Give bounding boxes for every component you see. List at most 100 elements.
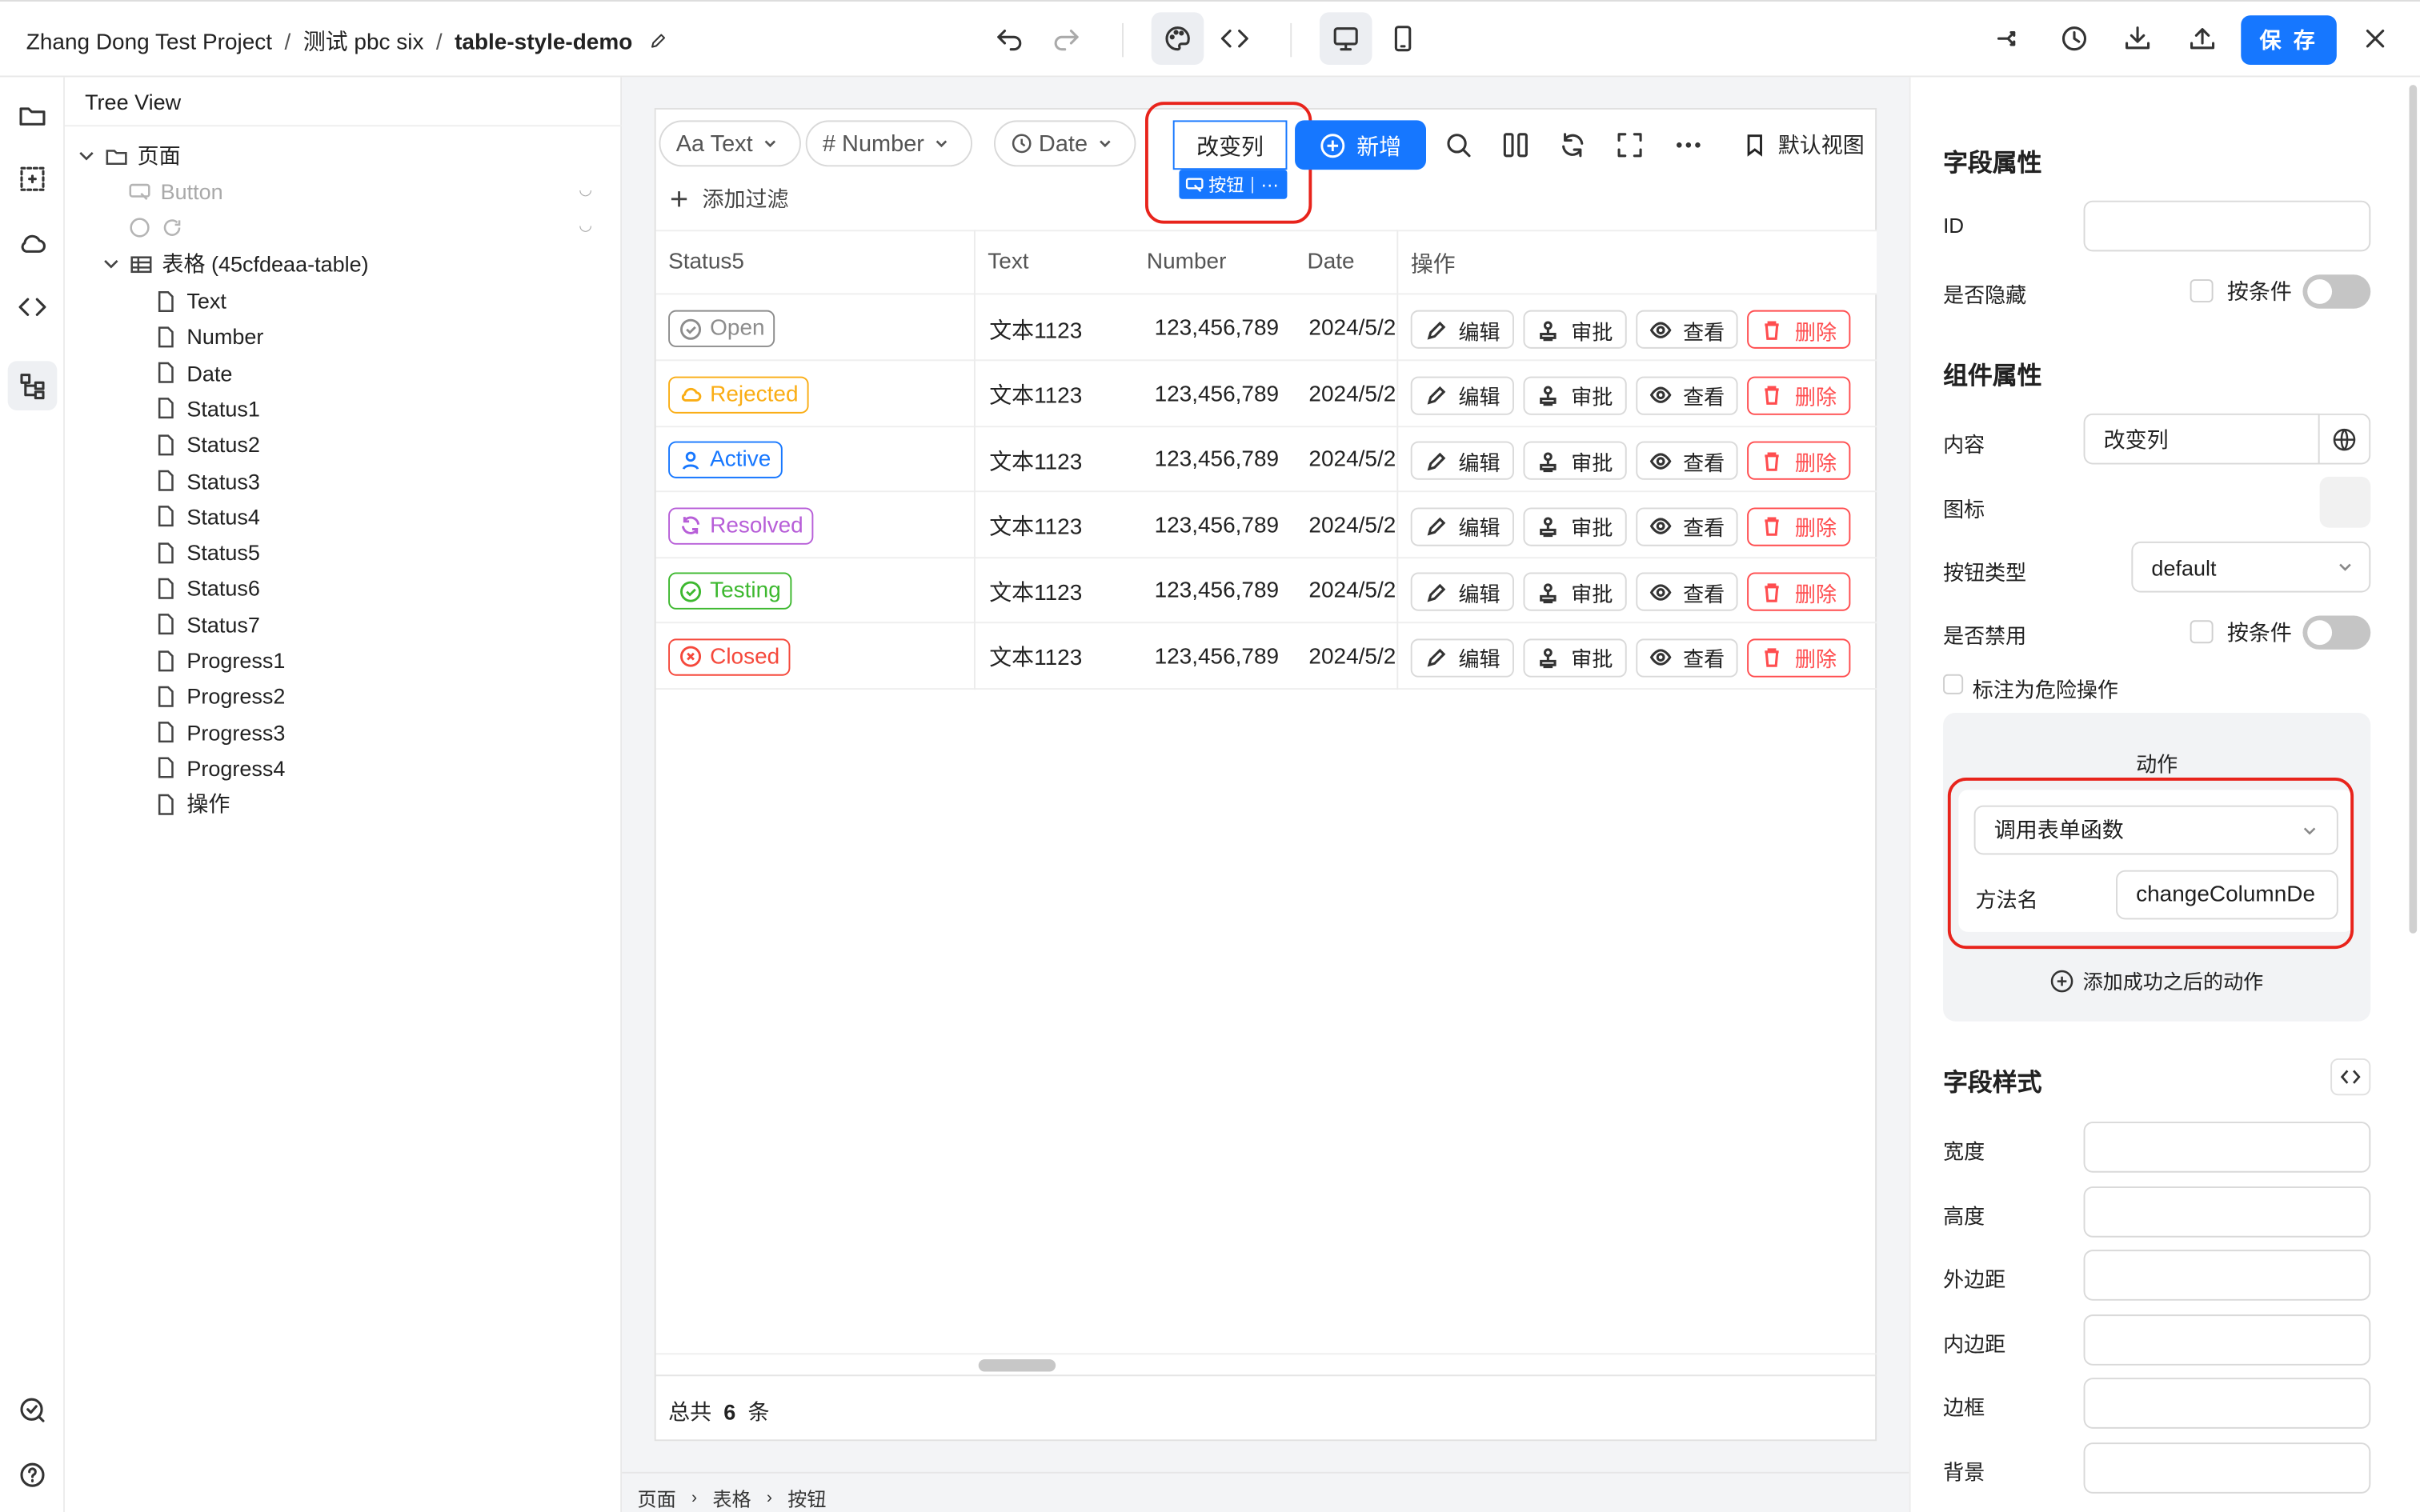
mobile-icon[interactable] (1376, 12, 1429, 65)
view-button[interactable]: 查看 (1636, 310, 1738, 349)
style-field-input[interactable] (2083, 1122, 2371, 1173)
column-header-actions[interactable]: 操作 (1398, 230, 1877, 295)
table-row[interactable]: Active 文本1123 123,456,789 2024/5/2 编辑 审批 查看 删除 (655, 427, 1877, 493)
table-row[interactable]: Resolved 文本1123 123,456,789 2024/5/2 编辑 审批 查看 删… (655, 493, 1877, 558)
tree-node-column[interactable]: Progress4 (154, 751, 285, 785)
tree-structure-icon[interactable] (7, 361, 58, 410)
tree-node-column[interactable]: Status6 (154, 571, 260, 605)
edit-button[interactable]: 编辑 (1410, 506, 1514, 546)
table-row[interactable]: Rejected 文本1123 123,456,789 2024/5/2 编辑 审批 查看 删… (655, 362, 1877, 427)
history-icon[interactable] (2048, 12, 2101, 65)
download-icon[interactable] (2111, 12, 2164, 65)
icon-picker[interactable] (2319, 476, 2371, 528)
delete-button[interactable]: 删除 (1747, 506, 1851, 546)
tree-node-column[interactable]: Status3 (154, 464, 260, 498)
code-brackets-icon[interactable] (8, 282, 58, 332)
tree-node-column[interactable]: Date (154, 356, 232, 390)
palette-icon[interactable] (1151, 12, 1204, 65)
globe-icon[interactable] (2318, 413, 2371, 465)
close-icon[interactable] (2349, 12, 2402, 65)
chevron-down-icon[interactable] (77, 146, 95, 165)
tree-node-column[interactable]: Progress3 (154, 715, 285, 749)
tree-node-column[interactable]: Progress1 (154, 643, 285, 677)
columns-icon[interactable] (1500, 130, 1532, 161)
hidden-condition-checkbox[interactable] (2190, 279, 2214, 302)
view-button[interactable]: 查看 (1636, 375, 1738, 414)
content-input[interactable]: 改变列 (2083, 413, 2320, 465)
view-button[interactable]: 查看 (1636, 506, 1738, 546)
delete-button[interactable]: 删除 (1747, 441, 1851, 480)
search-icon[interactable] (1443, 130, 1474, 161)
filter-date[interactable]: Date (993, 120, 1136, 167)
check-search-icon[interactable] (8, 1386, 58, 1435)
selection-crumb[interactable]: 按钮 (787, 1482, 826, 1512)
table-row[interactable]: Open 文本1123 123,456,789 2024/5/2 编辑 审批 查看 删除 (655, 296, 1877, 362)
tree-node-column[interactable]: Status2 (154, 428, 260, 462)
desktop-icon[interactable] (1319, 12, 1372, 65)
help-icon[interactable] (8, 1450, 58, 1500)
redo-icon[interactable] (1040, 12, 1093, 65)
refresh-icon[interactable] (1557, 130, 1589, 161)
tree-node-column[interactable]: Status4 (154, 499, 260, 533)
table-row[interactable]: Testing 文本1123 123,456,789 2024/5/2 编辑 审批 查看 删除 (655, 558, 1877, 624)
horizontal-scrollbar[interactable] (978, 1359, 1056, 1372)
rename-pencil-icon[interactable] (648, 31, 668, 51)
view-button[interactable]: 查看 (1636, 638, 1738, 677)
table-row[interactable]: Closed 文本1123 123,456,789 2024/5/2 编辑 审批 查看 删除 (655, 624, 1877, 690)
id-input[interactable] (2083, 200, 2371, 252)
panel-scrollbar[interactable] (2409, 85, 2418, 934)
delete-button[interactable]: 删除 (1747, 375, 1851, 414)
column-header-text[interactable]: Text (975, 230, 1135, 295)
chevron-down-icon[interactable] (102, 254, 120, 273)
danger-checkbox[interactable] (1943, 674, 1964, 694)
folder-icon[interactable] (8, 91, 58, 141)
tree-node-table[interactable]: 表格 (45cfdeaa-table) (102, 247, 369, 281)
tree-node-page[interactable]: 页面 (77, 139, 181, 173)
default-view-button[interactable]: 默认视图 (1742, 130, 1865, 161)
selection-crumb[interactable]: 表格 (712, 1482, 751, 1512)
edit-button[interactable]: 编辑 (1410, 441, 1514, 480)
more-icon[interactable] (1673, 130, 1705, 161)
merge-icon[interactable] (1983, 12, 2036, 65)
tree-node-hidden-items[interactable] (128, 210, 193, 243)
style-field-input[interactable] (2083, 1442, 2371, 1493)
button-type-select[interactable]: default (2131, 541, 2371, 593)
delete-button[interactable]: 删除 (1747, 572, 1851, 611)
upload-icon[interactable] (2176, 12, 2229, 65)
tree-node-button[interactable]: Button (128, 174, 223, 208)
approve-button[interactable]: 审批 (1523, 572, 1627, 611)
breadcrumb-project[interactable]: Zhang Dong Test Project (26, 31, 272, 56)
approve-button[interactable]: 审批 (1523, 310, 1627, 349)
visibility-toggle-icon[interactable]: ◡ (579, 182, 592, 199)
code-icon[interactable] (1208, 12, 1261, 65)
add-success-action-button[interactable]: 添加成功之后的动作 (1943, 966, 2370, 995)
edit-button[interactable]: 编辑 (1410, 375, 1514, 414)
selection-crumb[interactable]: 页面 (637, 1482, 675, 1512)
edit-button[interactable]: 编辑 (1410, 638, 1514, 677)
disabled-condition-checkbox[interactable] (2190, 620, 2214, 644)
tree-node-column[interactable]: Number (154, 320, 263, 354)
breadcrumb-folder[interactable]: 测试 pbc six (303, 31, 424, 56)
disabled-toggle[interactable] (2302, 615, 2371, 650)
edit-button[interactable]: 编辑 (1410, 310, 1514, 349)
edit-button[interactable]: 编辑 (1410, 572, 1514, 611)
style-field-input[interactable] (2083, 1378, 2371, 1429)
cloud-icon[interactable] (8, 219, 58, 269)
filter-text[interactable]: Aa Text (659, 120, 801, 167)
tree-node-column[interactable]: Text (154, 284, 226, 318)
approve-button[interactable]: 审批 (1523, 441, 1627, 480)
tree-node-column[interactable]: 操作 (154, 787, 230, 821)
delete-button[interactable]: 删除 (1747, 310, 1851, 349)
column-header-status5[interactable]: Status5 (655, 230, 976, 295)
approve-button[interactable]: 审批 (1523, 375, 1627, 414)
hidden-toggle[interactable] (2302, 274, 2371, 309)
add-filter-button[interactable]: 添加过滤 (668, 183, 788, 214)
visibility-toggle-icon[interactable]: ◡ (579, 218, 592, 234)
undo-icon[interactable] (983, 12, 1036, 65)
tree-node-column[interactable]: Status7 (154, 607, 260, 641)
approve-button[interactable]: 审批 (1523, 638, 1627, 677)
style-field-input[interactable] (2083, 1314, 2371, 1365)
filter-number[interactable]: # Number (805, 120, 972, 167)
style-field-input[interactable] (2083, 1186, 2371, 1237)
style-field-input[interactable] (2083, 1250, 2371, 1301)
